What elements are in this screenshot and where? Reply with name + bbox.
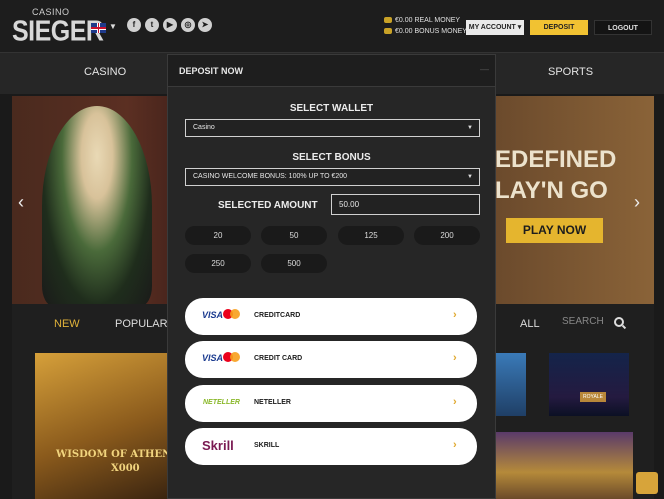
hero-headline-line2: LAY'N GO (495, 177, 608, 204)
top-bar: CASINO SIEGER ▼ f t ▶ ◎ ➤ €0.00 REAL MON… (0, 0, 664, 52)
page: CASINO SIEGER ▼ f t ▶ ◎ ➤ €0.00 REAL MON… (0, 0, 664, 499)
chevron-right-icon: › (453, 439, 457, 451)
uk-flag-icon[interactable] (91, 23, 106, 33)
skrill-logo: Skrill (202, 438, 234, 453)
twitter-icon[interactable]: t (145, 18, 159, 32)
hero-next-arrow-icon[interactable]: › (634, 192, 640, 213)
payment-method-creditcard[interactable]: VISA CREDITCARD › (185, 298, 477, 335)
bonus-select[interactable]: CASINO WELCOME BONUS: 100% UP TO €200 ▼ (185, 168, 480, 186)
payment-method-skrill[interactable]: Skrill SKRILL › (185, 428, 477, 465)
chevron-right-icon: › (453, 352, 457, 364)
tab-popular[interactable]: POPULAR (115, 318, 168, 330)
nav-item-sports[interactable]: SPORTS (548, 66, 593, 78)
amount-chip-50[interactable]: 50 (261, 226, 327, 245)
game-tile-royale[interactable] (549, 353, 629, 416)
deposit-modal: DEPOSIT NOW — SELECT WALLET Casino ▼ SEL… (167, 54, 496, 499)
amount-input[interactable] (331, 194, 480, 215)
amount-chip-200[interactable]: 200 (414, 226, 480, 245)
facebook-icon[interactable]: f (127, 18, 141, 32)
amount-chip-250[interactable]: 250 (185, 254, 251, 273)
game-tile[interactable] (496, 353, 526, 416)
payment-method-credit-card[interactable]: VISA CREDIT CARD › (185, 341, 477, 378)
real-money-text: €0.00 REAL MONEY (395, 17, 461, 24)
chevron-right-icon: › (453, 309, 457, 321)
bonus-select-value: CASINO WELCOME BONUS: 100% UP TO €200 (193, 173, 348, 180)
casino-sieger-logo[interactable]: CASINO SIEGER (12, 7, 104, 47)
close-icon[interactable]: — (480, 64, 489, 74)
selected-amount-label: SELECTED AMOUNT (218, 200, 318, 211)
play-now-button[interactable]: PLAY NOW (506, 218, 603, 243)
amount-chip-20[interactable]: 20 (185, 226, 251, 245)
bonus-money-text: €0.00 BONUS MONEY (395, 28, 467, 35)
instagram-icon[interactable]: ◎ (181, 18, 195, 32)
telegram-icon[interactable]: ➤ (198, 18, 212, 32)
wallet-select[interactable]: Casino ▼ (185, 119, 480, 137)
youtube-icon[interactable]: ▶ (163, 18, 177, 32)
modal-header: DEPOSIT NOW — (168, 55, 495, 87)
logout-button[interactable]: LOGOUT (594, 20, 652, 35)
payment-method-name: NETELLER (254, 399, 291, 406)
hero-character-image (42, 106, 152, 304)
payment-method-neteller[interactable]: NETELLER NETELLER › (185, 385, 477, 422)
select-bonus-label: SELECT BONUS (292, 152, 371, 163)
select-wallet-label: SELECT WALLET (289, 103, 374, 114)
neteller-logo: NETELLER (203, 399, 240, 406)
chat-support-icon[interactable] (636, 472, 658, 494)
game-tile-title: WISDOM OF ATHENA (56, 449, 179, 460)
game-tile-wisdom-of-athena[interactable] (35, 353, 169, 499)
nav-item-casino[interactable]: CASINO (84, 66, 126, 78)
amount-chip-500[interactable]: 500 (261, 254, 327, 273)
hero-prev-arrow-icon[interactable]: ‹ (18, 192, 24, 213)
payment-method-name: CREDITCARD (254, 312, 301, 319)
hero-headline-line1: EDEFINED (495, 146, 617, 173)
tab-all[interactable]: ALL (520, 318, 540, 330)
mastercard-logo-icon (230, 352, 240, 362)
logo-big-text: SIEGER (12, 15, 104, 48)
language-caret-icon[interactable]: ▼ (109, 22, 117, 31)
wallet-select-value: Casino (193, 124, 215, 131)
deposit-button[interactable]: DEPOSIT (530, 20, 588, 35)
payment-method-name: SKRILL (254, 442, 280, 449)
coins-icon (384, 28, 392, 35)
my-account-button[interactable]: MY ACCOUNT ▾ (466, 20, 524, 35)
game-tile-subtitle: X000 (111, 463, 140, 474)
search-input[interactable]: SEARCH (562, 316, 640, 332)
bonus-money-balance: €0.00 BONUS MONEY (384, 28, 467, 35)
search-icon[interactable] (614, 317, 624, 327)
game-tile-label: ROYALE (580, 392, 606, 402)
modal-title: DEPOSIT NOW (179, 66, 244, 76)
real-money-balance: €0.00 REAL MONEY (384, 17, 460, 24)
mastercard-logo-icon (230, 309, 240, 319)
chevron-right-icon: › (453, 396, 457, 408)
tab-new[interactable]: NEW (54, 318, 80, 330)
game-tile[interactable] (496, 432, 633, 499)
visa-logo: VISA (202, 353, 224, 363)
amount-chip-125[interactable]: 125 (338, 226, 404, 245)
chevron-down-icon: ▼ (467, 174, 473, 180)
coins-icon (384, 17, 392, 24)
visa-logo: VISA (202, 310, 224, 320)
payment-method-name: CREDIT CARD (254, 355, 303, 362)
chevron-down-icon: ▼ (467, 125, 473, 131)
